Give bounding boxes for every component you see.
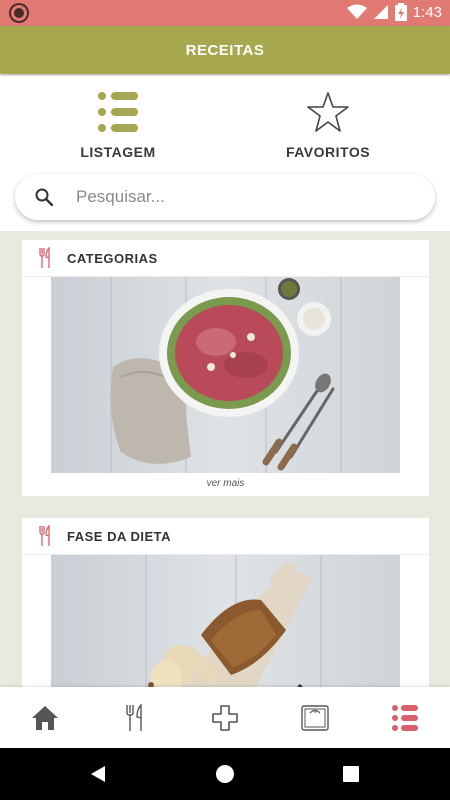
scale-icon	[301, 705, 329, 731]
search-bar	[15, 174, 435, 220]
card-header: FASE DA DIETA	[22, 518, 429, 555]
recipe-list[interactable]: CATEGORIAS ver mais FASE DA DIETA	[0, 231, 450, 687]
see-more-link[interactable]: ver mais	[22, 478, 429, 489]
cutlery-icon	[38, 525, 52, 547]
status-bar: 1:43	[0, 0, 450, 26]
card-title: FASE DA DIETA	[67, 528, 172, 544]
search-input[interactable]	[76, 187, 406, 207]
nav-add[interactable]	[209, 702, 241, 734]
card-title: CATEGORIAS	[67, 250, 158, 266]
recents-button[interactable]	[341, 764, 361, 784]
tab-listagem[interactable]: LISTAGEM	[28, 88, 208, 168]
wifi-icon	[346, 4, 367, 19]
system-nav-bar	[0, 748, 450, 800]
tab-bar: LISTAGEM FAVORITOS	[0, 76, 450, 171]
page-title: RECEITAS	[185, 41, 265, 59]
card-header: CATEGORIAS	[22, 240, 429, 277]
record-icon	[11, 5, 27, 21]
nav-home[interactable]	[29, 702, 61, 734]
home-icon	[32, 706, 58, 730]
list-icon	[98, 88, 138, 136]
status-icons: 1:43	[346, 3, 442, 21]
status-time: 1:43	[412, 3, 442, 21]
back-button[interactable]	[88, 764, 108, 784]
tab-listagem-label: LISTAGEM	[80, 144, 156, 160]
list-icon	[392, 705, 418, 731]
star-icon	[306, 88, 350, 136]
card-fase-da-dieta[interactable]: FASE DA DIETA	[22, 518, 429, 687]
app-bar: RECEITAS	[0, 26, 450, 74]
signal-icon	[373, 5, 388, 19]
plus-icon	[212, 705, 238, 731]
cutlery-icon	[126, 704, 142, 731]
search-icon[interactable]	[35, 187, 55, 207]
tab-favoritos-label: FAVORITOS	[285, 144, 371, 160]
nav-scale[interactable]	[299, 702, 331, 734]
recents-icon	[343, 766, 359, 782]
nav-recipes[interactable]	[119, 702, 151, 734]
carpaccio-photo[interactable]	[51, 277, 400, 473]
bottom-nav	[0, 687, 450, 748]
battery-icon	[394, 3, 407, 21]
home-circle-icon	[216, 765, 234, 783]
nav-list[interactable]	[389, 702, 421, 734]
card-categorias[interactable]: CATEGORIAS ver mais	[22, 240, 429, 496]
bread-photo[interactable]	[51, 555, 400, 687]
tab-favoritos[interactable]: FAVORITOS	[238, 88, 418, 168]
system-home-button[interactable]	[215, 764, 235, 784]
cutlery-icon	[38, 247, 52, 269]
back-icon	[91, 766, 105, 782]
